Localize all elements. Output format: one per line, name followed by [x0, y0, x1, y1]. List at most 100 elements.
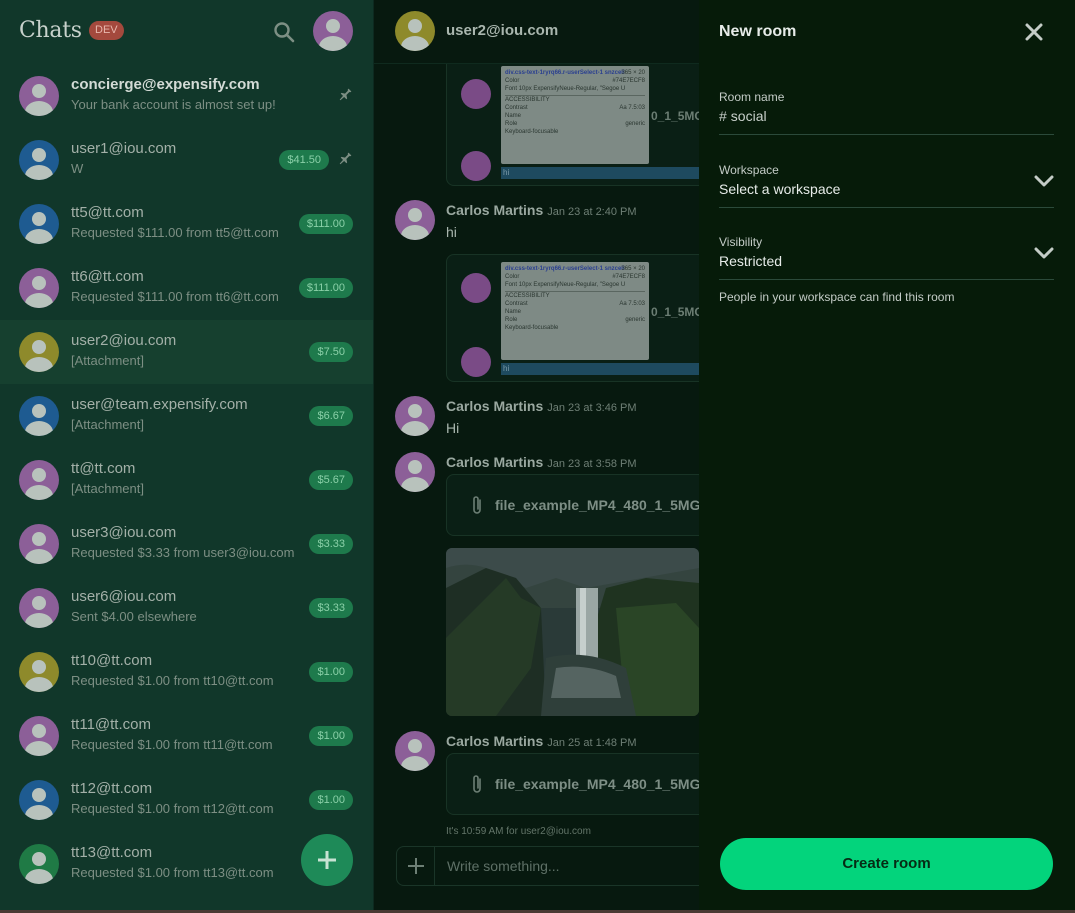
preview-section: ACCESSIBILITY	[505, 291, 645, 300]
chat-name: tt5@tt.com	[71, 204, 144, 221]
chat-list-item[interactable]: tt11@tt.com Requested $1.00 from tt11@tt.…	[0, 704, 373, 768]
chat-avatar	[19, 204, 59, 244]
chat-preview: Requested $1.00 from tt11@tt.com	[71, 737, 273, 752]
preview-role-label: Role	[505, 317, 518, 323]
chat-preview: Requested $1.00 from tt12@tt.com	[71, 801, 274, 816]
amount-badge: $111.00	[298, 214, 353, 234]
visibility-select[interactable]: Visibility Restricted	[719, 235, 1054, 280]
preview-role-value: generic	[625, 317, 645, 323]
amount-badge: $7.50	[309, 342, 353, 362]
chat-avatar	[19, 396, 59, 436]
chat-list-item[interactable]: tt6@tt.com Requested $111.00 from tt6@tt.…	[0, 256, 373, 320]
search-icon[interactable]	[272, 20, 296, 44]
sidebar-header: Chats DEV	[0, 0, 373, 64]
chat-avatar	[19, 716, 59, 756]
chat-list-item[interactable]: tt12@tt.com Requested $1.00 from tt12@tt.…	[0, 768, 373, 832]
preview-bar: hi	[501, 363, 699, 375]
chat-list: concierge@expensify.com Your bank account…	[0, 64, 373, 896]
message-avatar[interactable]	[395, 731, 435, 771]
room-name-field[interactable]: Room name #	[719, 90, 1054, 135]
new-chat-button[interactable]	[301, 834, 353, 886]
chat-list-item[interactable]: user1@iou.com W $41.50	[0, 128, 373, 192]
paperclip-icon	[473, 775, 481, 793]
message-avatar[interactable]	[395, 396, 435, 436]
message-author[interactable]: Carlos Martins Jan 25 at 1:48 PM	[446, 733, 637, 749]
preview-trailing-text: 0_1_5MG.m	[651, 109, 699, 123]
chat-name: tt12@tt.com	[71, 780, 153, 797]
waterfall-image	[446, 548, 699, 716]
author-name: Carlos Martins	[446, 454, 544, 470]
author-name: Carlos Martins	[446, 398, 544, 414]
preview-color-label: Color	[505, 274, 520, 280]
amount-badge: $41.50	[279, 150, 329, 170]
chat-preview: Requested $111.00 from tt5@tt.com	[71, 225, 279, 240]
message-time: Jan 25 at 1:48 PM	[547, 737, 637, 749]
chat-preview: Requested $3.33 from user3@iou.com	[71, 545, 295, 560]
room-name-input[interactable]	[730, 108, 1011, 124]
preview-font-label: Font	[505, 282, 518, 288]
preview-avatar	[461, 347, 491, 377]
message-avatar[interactable]	[395, 452, 435, 492]
chat-name: tt11@tt.com	[71, 716, 151, 733]
chat-preview: Your bank account is almost set up!	[71, 97, 276, 112]
chat-list-item[interactable]: tt5@tt.com Requested $111.00 from tt5@tt.…	[0, 192, 373, 256]
user-avatar[interactable]	[313, 11, 353, 51]
chat-list-item[interactable]: concierge@expensify.com Your bank account…	[0, 64, 373, 128]
sidebar-title: Chats	[19, 18, 82, 43]
amount-badge: $1.00	[309, 790, 353, 810]
chat-list-item[interactable]: user2@iou.com [Attachment] $7.50	[0, 320, 373, 384]
chat-name: user1@iou.com	[71, 140, 177, 157]
chat-preview: [Attachment]	[71, 481, 144, 496]
room-name-row: #	[719, 108, 1011, 124]
add-attachment-button[interactable]	[397, 847, 435, 885]
preview-contrast-label: Contrast	[505, 105, 528, 111]
image-attachment[interactable]	[446, 548, 699, 716]
close-icon[interactable]	[1024, 22, 1044, 42]
message-author[interactable]: Carlos Martins Jan 23 at 3:46 PM	[446, 398, 637, 414]
workspace-select[interactable]: Workspace Select a workspace	[719, 163, 1054, 208]
message-text: hi	[446, 224, 457, 240]
preview-font-value: 10px ExpensifyNeue-Regular, "Segoe U	[518, 86, 626, 92]
chat-preview: [Attachment]	[71, 417, 144, 432]
message-author[interactable]: Carlos Martins Jan 23 at 3:58 PM	[446, 454, 637, 470]
message-time: Jan 23 at 2:40 PM	[547, 206, 637, 218]
chevron-down-icon	[1034, 247, 1054, 259]
create-room-button[interactable]: Create room	[720, 838, 1053, 890]
chat-title[interactable]: user2@iou.com	[446, 22, 558, 39]
preview-color-label: Color	[505, 78, 520, 84]
author-name: Carlos Martins	[446, 733, 544, 749]
file-attachment[interactable]: file_example_MP4_480_1_5MG.mp4	[446, 474, 699, 536]
chat-avatar	[19, 588, 59, 628]
preview-contrast-value: Aa 7.5:03	[619, 105, 645, 111]
file-attachment[interactable]: file_example_MP4_480_1_5MG.mp4	[446, 753, 699, 815]
pin-icon	[339, 152, 352, 165]
chat-list-item[interactable]: user3@iou.com Requested $3.33 from user3@…	[0, 512, 373, 576]
preview-name-label: Name	[505, 309, 522, 315]
chat-avatar[interactable]	[395, 11, 435, 51]
chat-preview: [Attachment]	[71, 353, 144, 368]
amount-badge: $3.33	[309, 598, 353, 618]
attachment-preview[interactable]: div.css-text-1ryrq66.r-userSelect-1 snzc…	[446, 44, 699, 186]
room-name-prefix: #	[719, 108, 727, 124]
preview-avatar	[461, 273, 491, 303]
message-author[interactable]: Carlos Martins Jan 23 at 2:40 PM	[446, 202, 637, 218]
amount-badge: $1.00	[309, 662, 353, 682]
chat-list-item[interactable]: tt10@tt.com Requested $1.00 from tt10@tt.…	[0, 640, 373, 704]
composer	[396, 846, 699, 886]
chat-list-item[interactable]: user@team.expensify.com [Attachment] $6.67	[0, 384, 373, 448]
chat-header: user2@iou.com	[374, 0, 699, 64]
panel-title: New room	[719, 23, 797, 40]
message-avatar[interactable]	[395, 200, 435, 240]
visibility-value: Restricted	[719, 253, 783, 269]
preview-avatar	[461, 151, 491, 181]
attachment-preview[interactable]: div.css-text-1ryrq66.r-userSelect-1 snzc…	[446, 254, 699, 382]
preview-contrast-value: Aa 7.5:03	[619, 301, 645, 307]
chat-list-item[interactable]: user6@iou.com Sent $4.00 elsewhere $3.33	[0, 576, 373, 640]
preview-bar: hi	[501, 167, 699, 179]
message-input[interactable]	[447, 856, 699, 876]
chat-list-item[interactable]: tt@tt.com [Attachment] $5.67	[0, 448, 373, 512]
preview-inspector: div.css-text-1ryrq66.r-userSelect-1 snzc…	[501, 66, 649, 164]
amount-badge: $3.33	[309, 534, 353, 554]
chat-avatar	[19, 76, 59, 116]
chevron-down-icon	[1034, 175, 1054, 187]
